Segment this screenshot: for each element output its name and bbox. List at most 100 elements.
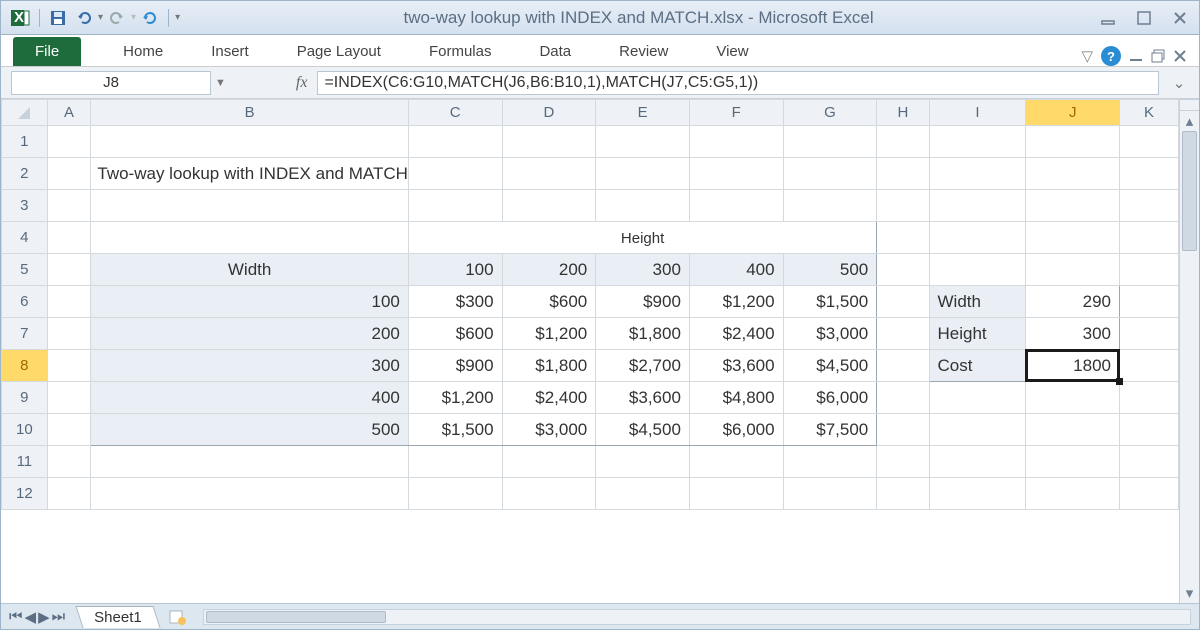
row-header[interactable]: 2 xyxy=(2,158,48,190)
row-header[interactable]: 10 xyxy=(2,414,48,446)
cell[interactable]: $600 xyxy=(502,286,596,318)
formula-input[interactable]: =INDEX(C6:G10,MATCH(J6,B6:B10,1),MATCH(J… xyxy=(317,71,1159,95)
wb-close-icon[interactable] xyxy=(1173,49,1187,63)
select-all-corner[interactable] xyxy=(2,100,48,126)
cell[interactable]: $7,500 xyxy=(783,414,877,446)
col-header[interactable]: G xyxy=(783,100,877,126)
cell[interactable]: $3,600 xyxy=(689,350,783,382)
col-header[interactable]: F xyxy=(689,100,783,126)
col-header[interactable]: I xyxy=(929,100,1026,126)
namebox-dropdown-icon[interactable]: ▼ xyxy=(215,77,226,89)
formula-expand-icon[interactable]: ⌄ xyxy=(1169,74,1189,92)
file-tab[interactable]: File xyxy=(13,37,81,66)
cell[interactable]: $1,200 xyxy=(408,382,502,414)
cell[interactable]: $1,200 xyxy=(689,286,783,318)
col-header[interactable]: B xyxy=(91,100,409,126)
last-sheet-icon[interactable]: ⏭ xyxy=(52,608,66,626)
cell[interactable]: $3,600 xyxy=(596,382,690,414)
sheet-nav[interactable]: ⏮ ◀ ▶ ⏭ xyxy=(9,608,65,626)
cell[interactable]: $6,000 xyxy=(783,382,877,414)
width-header: 100 xyxy=(91,286,409,318)
col-header[interactable]: J xyxy=(1026,100,1120,126)
cell[interactable]: $2,400 xyxy=(689,318,783,350)
minimize-icon[interactable] xyxy=(1097,7,1119,29)
cell[interactable]: $900 xyxy=(408,350,502,382)
row-header[interactable]: 3 xyxy=(2,190,48,222)
row-header[interactable]: 1 xyxy=(2,126,48,158)
col-header[interactable]: K xyxy=(1120,100,1179,126)
lookup-label: Width xyxy=(929,286,1026,318)
excel-app-icon[interactable]: X xyxy=(9,7,31,29)
split-handle[interactable] xyxy=(1180,99,1199,111)
cell[interactable]: $4,500 xyxy=(596,414,690,446)
row-header[interactable]: 7 xyxy=(2,318,48,350)
row-header[interactable]: 5 xyxy=(2,254,48,286)
undo-icon[interactable] xyxy=(72,6,96,30)
cell[interactable]: $1,800 xyxy=(596,318,690,350)
row-header[interactable]: 8 xyxy=(2,350,48,382)
new-sheet-icon[interactable] xyxy=(169,609,187,625)
next-sheet-icon[interactable]: ▶ xyxy=(38,608,50,626)
close-icon[interactable] xyxy=(1169,7,1191,29)
col-header[interactable]: D xyxy=(502,100,596,126)
cell[interactable]: $1,500 xyxy=(783,286,877,318)
row-header[interactable]: 11 xyxy=(2,446,48,478)
scroll-up-icon[interactable]: ▴ xyxy=(1180,111,1199,131)
wb-minimize-icon[interactable] xyxy=(1129,49,1143,63)
col-header[interactable]: C xyxy=(408,100,502,126)
cell[interactable]: $900 xyxy=(596,286,690,318)
cell[interactable]: $4,500 xyxy=(783,350,877,382)
save-icon[interactable] xyxy=(46,6,70,30)
worksheet-area: A B C D E F G H I J K 1 2Two-way lookup … xyxy=(1,99,1199,603)
col-header[interactable]: E xyxy=(596,100,690,126)
cell[interactable]: $4,800 xyxy=(689,382,783,414)
tab-review[interactable]: Review xyxy=(595,37,692,66)
fx-icon[interactable]: fx xyxy=(296,74,308,92)
scroll-thumb[interactable] xyxy=(1182,131,1197,251)
prev-sheet-icon[interactable]: ◀ xyxy=(25,608,37,626)
tab-formulas[interactable]: Formulas xyxy=(405,37,516,66)
name-box[interactable]: J8 xyxy=(11,71,211,95)
cell[interactable]: $300 xyxy=(408,286,502,318)
help-icon[interactable]: ? xyxy=(1101,46,1121,66)
scroll-thumb[interactable] xyxy=(206,611,386,623)
col-header[interactable]: A xyxy=(47,100,91,126)
redo-icon[interactable] xyxy=(105,6,129,30)
tab-view[interactable]: View xyxy=(692,37,772,66)
sheet-tab[interactable]: Sheet1 xyxy=(76,606,161,628)
cell[interactable]: $1,800 xyxy=(502,350,596,382)
row-header[interactable]: 4 xyxy=(2,222,48,254)
cell[interactable]: $3,000 xyxy=(783,318,877,350)
row-header[interactable]: 9 xyxy=(2,382,48,414)
lookup-value[interactable]: 300 xyxy=(1026,318,1120,350)
tab-data[interactable]: Data xyxy=(515,37,595,66)
quick-access-toolbar: ▾ ▾ ▾ xyxy=(35,6,180,30)
spreadsheet-grid[interactable]: A B C D E F G H I J K 1 2Two-way lookup … xyxy=(1,99,1179,510)
cell[interactable]: $1,200 xyxy=(502,318,596,350)
row-header[interactable]: 6 xyxy=(2,286,48,318)
tab-home[interactable]: Home xyxy=(99,37,187,66)
row-header[interactable]: 12 xyxy=(2,478,48,510)
table-corner: Width xyxy=(91,254,409,286)
horizontal-scrollbar[interactable] xyxy=(203,609,1191,625)
tab-insert[interactable]: Insert xyxy=(187,37,273,66)
vertical-scrollbar[interactable]: ▴ ▾ xyxy=(1179,99,1199,603)
cell[interactable]: $2,700 xyxy=(596,350,690,382)
cell[interactable]: $2,400 xyxy=(502,382,596,414)
lookup-value[interactable]: 290 xyxy=(1026,286,1120,318)
refresh-icon[interactable] xyxy=(138,6,162,30)
tab-page-layout[interactable]: Page Layout xyxy=(273,37,405,66)
col-header[interactable]: H xyxy=(877,100,929,126)
column-headers[interactable]: A B C D E F G H I J K xyxy=(2,100,1179,126)
cell[interactable]: $6,000 xyxy=(689,414,783,446)
cell[interactable]: $600 xyxy=(408,318,502,350)
scroll-down-icon[interactable]: ▾ xyxy=(1180,583,1199,603)
first-sheet-icon[interactable]: ⏮ xyxy=(9,608,23,626)
lookup-label: Cost xyxy=(929,350,1026,382)
wb-restore-icon[interactable] xyxy=(1151,49,1165,63)
cell[interactable]: $3,000 xyxy=(502,414,596,446)
maximize-icon[interactable] xyxy=(1133,7,1155,29)
cell[interactable]: $1,500 xyxy=(408,414,502,446)
selected-cell[interactable]: 1800 xyxy=(1026,350,1120,382)
ribbon-collapse-icon[interactable]: ▽ xyxy=(1081,47,1093,65)
